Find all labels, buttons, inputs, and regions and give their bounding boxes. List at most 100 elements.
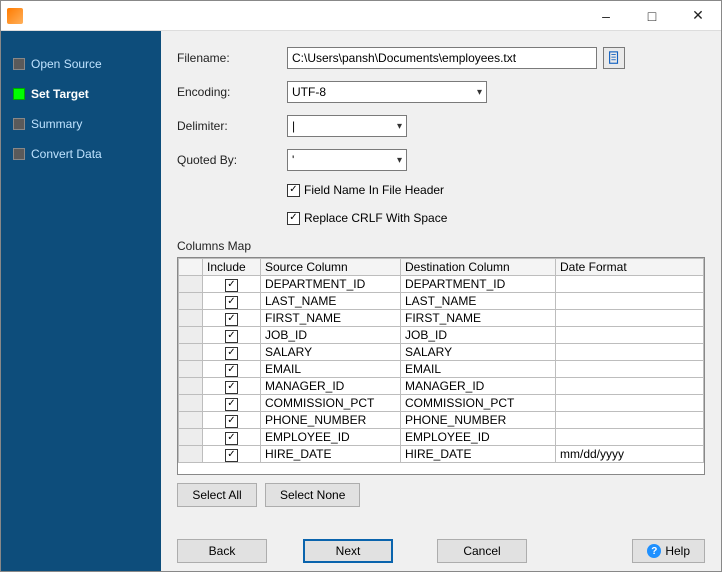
cell-source[interactable]: SALARY — [261, 344, 401, 361]
delimiter-select[interactable]: | ▾ — [287, 115, 407, 137]
cell-dest[interactable]: PHONE_NUMBER — [401, 412, 556, 429]
include-checkbox[interactable] — [225, 381, 238, 394]
select-all-button[interactable]: Select All — [177, 483, 257, 507]
browse-button[interactable] — [603, 47, 625, 69]
include-checkbox[interactable] — [225, 330, 238, 343]
cell-include[interactable] — [203, 378, 261, 395]
help-button[interactable]: ? Help — [632, 539, 705, 563]
row-handle[interactable] — [179, 395, 203, 412]
row-handle[interactable] — [179, 429, 203, 446]
sidebar-item-convert-data[interactable]: Convert Data — [1, 139, 161, 169]
cell-source[interactable]: LAST_NAME — [261, 293, 401, 310]
include-checkbox[interactable] — [225, 279, 238, 292]
cell-include[interactable] — [203, 395, 261, 412]
minimize-button[interactable]: – — [583, 1, 629, 31]
cell-date[interactable] — [556, 395, 704, 412]
row-handle[interactable] — [179, 361, 203, 378]
table-row[interactable]: JOB_IDJOB_ID — [179, 327, 704, 344]
cell-dest[interactable]: EMAIL — [401, 361, 556, 378]
header-date[interactable]: Date Format — [556, 259, 704, 276]
field-name-header-checkbox[interactable] — [287, 184, 300, 197]
cell-date[interactable] — [556, 429, 704, 446]
cell-dest[interactable]: LAST_NAME — [401, 293, 556, 310]
include-checkbox[interactable] — [225, 364, 238, 377]
cell-include[interactable] — [203, 446, 261, 463]
cell-include[interactable] — [203, 293, 261, 310]
cell-date[interactable] — [556, 378, 704, 395]
cell-date[interactable] — [556, 412, 704, 429]
cell-date[interactable]: mm/dd/yyyy — [556, 446, 704, 463]
row-handle[interactable] — [179, 412, 203, 429]
row-handle[interactable] — [179, 276, 203, 293]
close-button[interactable]: ✕ — [675, 1, 721, 31]
cell-source[interactable]: PHONE_NUMBER — [261, 412, 401, 429]
cell-include[interactable] — [203, 310, 261, 327]
row-handle[interactable] — [179, 344, 203, 361]
cell-dest[interactable]: SALARY — [401, 344, 556, 361]
sidebar-item-set-target[interactable]: Set Target — [1, 79, 161, 109]
cell-dest[interactable]: COMMISSION_PCT — [401, 395, 556, 412]
include-checkbox[interactable] — [225, 313, 238, 326]
row-handle[interactable] — [179, 446, 203, 463]
replace-crlf-checkbox[interactable] — [287, 212, 300, 225]
table-row[interactable]: DEPARTMENT_IDDEPARTMENT_ID — [179, 276, 704, 293]
sidebar-item-summary[interactable]: Summary — [1, 109, 161, 139]
table-row[interactable]: HIRE_DATEHIRE_DATEmm/dd/yyyy — [179, 446, 704, 463]
cancel-button[interactable]: Cancel — [437, 539, 527, 563]
back-button[interactable]: Back — [177, 539, 267, 563]
table-row[interactable]: PHONE_NUMBERPHONE_NUMBER — [179, 412, 704, 429]
header-include[interactable]: Include — [203, 259, 261, 276]
sidebar-item-open-source[interactable]: Open Source — [1, 49, 161, 79]
cell-dest[interactable]: JOB_ID — [401, 327, 556, 344]
cell-source[interactable]: EMPLOYEE_ID — [261, 429, 401, 446]
table-row[interactable]: FIRST_NAMEFIRST_NAME — [179, 310, 704, 327]
cell-dest[interactable]: FIRST_NAME — [401, 310, 556, 327]
include-checkbox[interactable] — [225, 347, 238, 360]
cell-date[interactable] — [556, 310, 704, 327]
quoted-select[interactable]: ' ▾ — [287, 149, 407, 171]
cell-source[interactable]: HIRE_DATE — [261, 446, 401, 463]
table-row[interactable]: EMAILEMAIL — [179, 361, 704, 378]
maximize-button[interactable]: □ — [629, 1, 675, 31]
include-checkbox[interactable] — [225, 296, 238, 309]
table-row[interactable]: COMMISSION_PCTCOMMISSION_PCT — [179, 395, 704, 412]
cell-source[interactable]: FIRST_NAME — [261, 310, 401, 327]
cell-source[interactable]: DEPARTMENT_ID — [261, 276, 401, 293]
cell-dest[interactable]: DEPARTMENT_ID — [401, 276, 556, 293]
table-row[interactable]: EMPLOYEE_IDEMPLOYEE_ID — [179, 429, 704, 446]
include-checkbox[interactable] — [225, 432, 238, 445]
include-checkbox[interactable] — [225, 415, 238, 428]
header-dest[interactable]: Destination Column — [401, 259, 556, 276]
cell-include[interactable] — [203, 412, 261, 429]
cell-date[interactable] — [556, 276, 704, 293]
row-handle[interactable] — [179, 310, 203, 327]
encoding-select[interactable]: UTF-8 ▾ — [287, 81, 487, 103]
cell-dest[interactable]: HIRE_DATE — [401, 446, 556, 463]
table-row[interactable]: SALARYSALARY — [179, 344, 704, 361]
row-handle[interactable] — [179, 327, 203, 344]
cell-dest[interactable]: MANAGER_ID — [401, 378, 556, 395]
cell-source[interactable]: EMAIL — [261, 361, 401, 378]
table-row[interactable]: LAST_NAMELAST_NAME — [179, 293, 704, 310]
cell-include[interactable] — [203, 344, 261, 361]
cell-source[interactable]: JOB_ID — [261, 327, 401, 344]
table-row[interactable]: MANAGER_IDMANAGER_ID — [179, 378, 704, 395]
cell-include[interactable] — [203, 276, 261, 293]
cell-include[interactable] — [203, 361, 261, 378]
cell-date[interactable] — [556, 327, 704, 344]
select-none-button[interactable]: Select None — [265, 483, 360, 507]
header-source[interactable]: Source Column — [261, 259, 401, 276]
cell-date[interactable] — [556, 361, 704, 378]
cell-source[interactable]: MANAGER_ID — [261, 378, 401, 395]
include-checkbox[interactable] — [225, 398, 238, 411]
cell-source[interactable]: COMMISSION_PCT — [261, 395, 401, 412]
cell-include[interactable] — [203, 327, 261, 344]
cell-date[interactable] — [556, 344, 704, 361]
cell-date[interactable] — [556, 293, 704, 310]
row-handle[interactable] — [179, 378, 203, 395]
next-button[interactable]: Next — [303, 539, 393, 563]
include-checkbox[interactable] — [225, 449, 238, 462]
cell-include[interactable] — [203, 429, 261, 446]
row-handle[interactable] — [179, 293, 203, 310]
cell-dest[interactable]: EMPLOYEE_ID — [401, 429, 556, 446]
